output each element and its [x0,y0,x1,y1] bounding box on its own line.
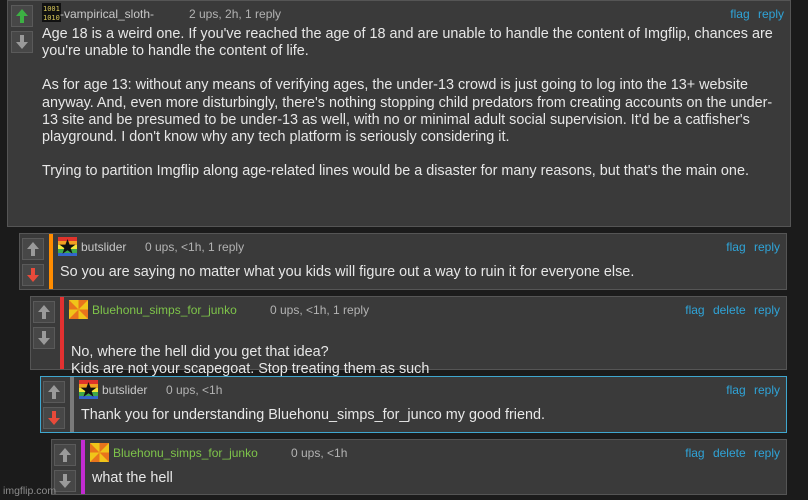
upvote-button[interactable] [22,238,44,260]
up-arrow-icon [59,448,71,462]
flag-link[interactable]: flag [726,383,745,397]
comment-body: butslider 0 ups, <1h flag reply Thank yo… [77,377,786,424]
svg-text:1010: 1010 [43,14,60,22]
watermark: imgflip.com [3,485,57,497]
comment-header: butslider 0 ups, <1h, 1 reply flag reply [56,234,786,256]
comment-paragraph: Trying to partition Imgflip along age-re… [42,163,749,180]
svg-text:1001: 1001 [43,5,60,13]
username[interactable]: Bluehonu_simps_for_junko [92,303,237,317]
comment-meta: 0 ups, <1h [291,446,348,460]
comment-header: 1001 1010 -vampirical_sloth- 2 ups, 2h, … [38,1,790,23]
flag-link[interactable]: flag [685,303,704,317]
delete-link[interactable]: delete [713,303,746,317]
up-arrow-icon [38,305,50,319]
thread-bar [60,297,64,369]
comment-actions: flag reply [721,240,780,254]
comment-meta: 0 ups, <1h, 1 reply [270,303,370,317]
comment: butslider 0 ups, <1h, 1 reply flag reply… [19,233,787,290]
downvote-button[interactable] [33,327,55,349]
thread-bar [70,377,74,432]
star-avatar-icon[interactable] [79,380,98,399]
comment-header: Bluehonu_simps_for_junko 0 ups, <1h flag… [88,440,786,462]
flag-link[interactable]: flag [726,240,745,254]
comment-paragraph: Thank you for understanding Bluehonu_sim… [81,407,545,423]
comment-meta: 2 ups, 2h, 1 reply [189,7,282,21]
username[interactable]: -vampirical_sloth- [60,7,154,21]
up-arrow-icon [16,9,28,23]
comment-actions: flag delete reply [680,303,780,317]
upvote-button[interactable] [33,301,55,323]
comment-body: 1001 1010 -vampirical_sloth- 2 ups, 2h, … [38,1,790,180]
comment-paragraph: As for age 13: without any means of veri… [42,77,773,146]
pinwheel-avatar-icon[interactable] [90,443,109,462]
comment-header: butslider 0 ups, <1h flag reply [77,377,786,399]
flag-link[interactable]: flag [685,446,704,460]
comment: Bluehonu_simps_for_junko 0 ups, <1h, 1 r… [30,296,787,377]
down-arrow-icon [27,268,39,282]
star-avatar-icon[interactable] [58,237,77,256]
downvote-button[interactable] [43,407,65,429]
reply-link[interactable]: reply [754,383,780,397]
down-arrow-icon [48,411,60,425]
down-arrow-icon [38,331,50,345]
comment-meta: 0 ups, <1h [166,383,223,397]
comment: butslider 0 ups, <1h flag reply Thank yo… [40,376,787,433]
comment-actions: flag reply [721,383,780,397]
pinwheel-avatar-icon[interactable] [69,300,88,319]
binary-avatar-icon[interactable]: 1001 1010 [42,3,61,22]
delete-link[interactable]: delete [713,446,746,460]
thread-bar [81,440,85,494]
downvote-button[interactable] [22,264,44,286]
reply-link[interactable]: reply [758,7,784,21]
reply-link[interactable]: reply [754,240,780,254]
comment-actions: flag delete reply [680,446,780,460]
vote-column [20,234,46,289]
upvote-button[interactable] [11,5,33,27]
thread-bar [49,234,53,289]
upvote-button[interactable] [54,444,76,466]
vote-column [31,297,57,369]
comment-body: butslider 0 ups, <1h, 1 reply flag reply… [56,234,786,281]
comment-header: Bluehonu_simps_for_junko 0 ups, <1h, 1 r… [67,297,786,319]
upvote-button[interactable] [43,381,65,403]
comment-text: Thank you for understanding Bluehonu_sim… [77,399,786,424]
down-arrow-icon [59,474,71,488]
comment: Bluehonu_simps_for_junko 0 ups, <1h flag… [51,439,787,495]
up-arrow-icon [27,242,39,256]
vote-column [41,377,67,432]
username[interactable]: butslider [102,383,147,397]
up-arrow-icon [48,385,60,399]
comment-meta: 0 ups, <1h, 1 reply [145,240,245,254]
downvote-button[interactable] [54,470,76,492]
downvote-button[interactable] [11,31,33,53]
comment-body: Bluehonu_simps_for_junko 0 ups, <1h flag… [88,440,786,487]
username[interactable]: butslider [81,240,126,254]
comment-paragraph: So you are saying no matter what you kid… [60,264,635,280]
comment-paragraph: Age 18 is a weird one. If you've reached… [42,26,773,60]
comment-actions: flag reply [725,7,784,21]
comment: 1001 1010 -vampirical_sloth- 2 ups, 2h, … [7,0,791,227]
comment-paragraph: No, where the hell did you get that idea… [71,344,430,378]
reply-link[interactable]: reply [754,303,780,317]
flag-link[interactable]: flag [730,7,749,21]
comment-text: So you are saying no matter what you kid… [56,256,786,281]
down-arrow-icon [16,35,28,49]
comment-paragraph: what the hell [92,470,173,486]
comment-text: Age 18 is a weird one. If you've reached… [38,23,790,180]
reply-link[interactable]: reply [754,446,780,460]
vote-column [8,1,36,226]
comment-text: what the hell [88,462,786,487]
username[interactable]: Bluehonu_simps_for_junko [113,446,258,460]
